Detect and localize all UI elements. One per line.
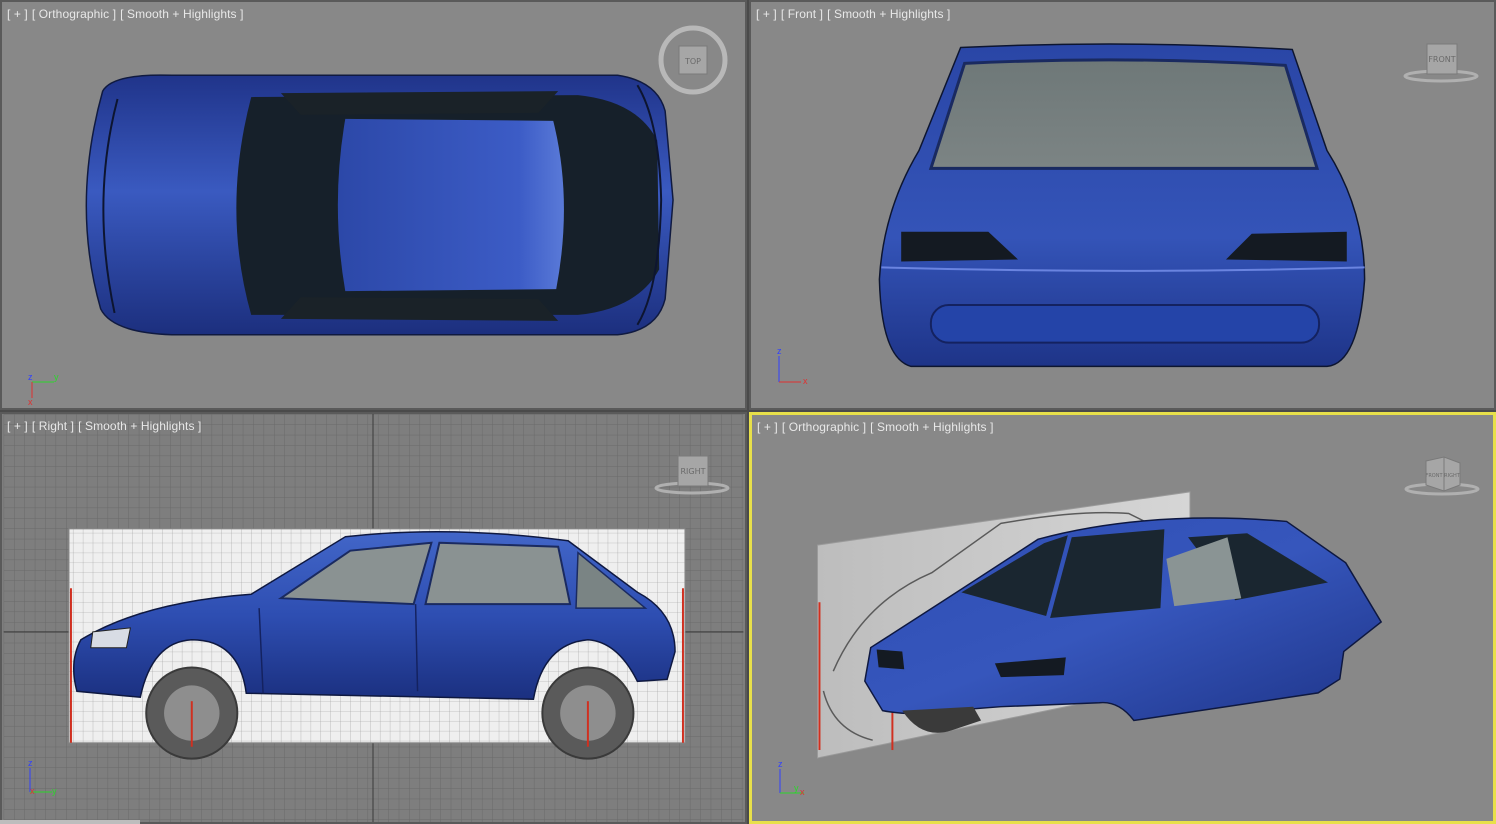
axis-z-label: z [778, 761, 783, 769]
axis-y-label: y [54, 372, 59, 382]
axis-x-label: x [800, 787, 805, 797]
axis-y-label: y [794, 783, 799, 793]
viewcube-front-label: FRONT [1425, 473, 1443, 479]
bottom-status-strip [0, 820, 140, 824]
axis-tripod: z x y [28, 760, 57, 796]
car-perspective-view [817, 491, 1383, 759]
viewcube-right-gizmo[interactable]: RIGHT [654, 454, 730, 498]
axis-x-label: x [30, 786, 35, 796]
axis-z-label: z [28, 372, 33, 382]
axis-x-label: x [28, 397, 33, 407]
viewcube-top-gizmo[interactable]: TOP [657, 24, 729, 96]
car-top-view [85, 74, 674, 336]
car-front-view [878, 43, 1366, 368]
axis-z-label: z [28, 760, 33, 768]
viewcube-label: TOP [684, 57, 701, 66]
viewport-shading-menu[interactable]: [ Smooth + Highlights ] [78, 419, 201, 433]
viewcube-label: FRONT [1428, 55, 1455, 64]
viewcube-front-gizmo[interactable]: FRONT [1403, 42, 1479, 86]
axis-tripod: z x [777, 348, 808, 386]
axis-y-label: y [52, 786, 57, 796]
viewport-perspective-active[interactable]: [ + ][ Orthographic ][ Smooth + Highligh… [749, 412, 1496, 824]
axis-z-label: z [777, 348, 782, 356]
axis-tripod: z y x [28, 372, 59, 407]
viewcube-right-label: RIGHT [1444, 473, 1461, 479]
viewcube-label: RIGHT [680, 467, 705, 476]
viewport-top-orthographic[interactable]: [ + ][ Orthographic ][ Smooth + Highligh… [0, 0, 747, 410]
viewport-right[interactable]: [ + ] [ Right ] [ Smooth + Highlights ] RI… [0, 412, 747, 824]
viewport-label: [ + ] [ Right ] [ Smooth + Highlights ] [7, 419, 205, 433]
axis-x-label: x [803, 376, 808, 386]
car-right-view [3, 414, 744, 822]
viewport-front[interactable]: [ + ][ Front ][ Smooth + Highlights ] FR… [749, 0, 1496, 410]
viewport-view-menu[interactable]: [ Right ] [32, 419, 74, 433]
axis-tripod: z y x [778, 761, 805, 797]
viewcube-persp-gizmo[interactable]: FRONT RIGHT [1404, 455, 1480, 499]
viewport-menu-plus[interactable]: [ + ] [7, 419, 28, 433]
